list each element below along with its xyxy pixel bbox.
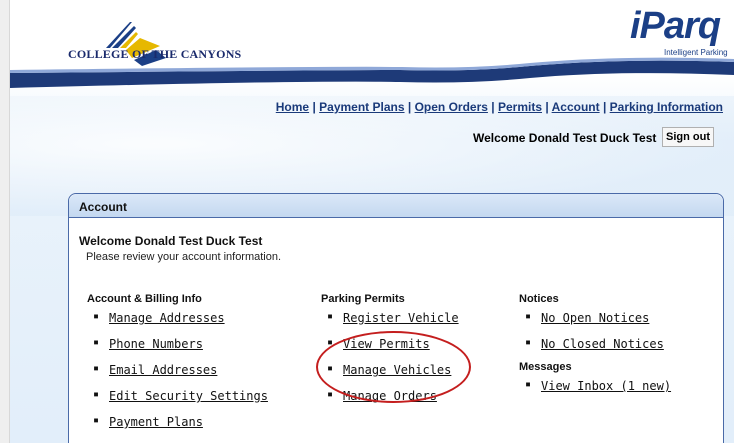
notices-heading: Notices [519,293,559,305]
nav-open-orders[interactable]: Open Orders [415,100,488,114]
list-item: Manage Addresses [87,311,268,337]
list-item: Phone Numbers [87,337,268,363]
email-addresses-link[interactable]: Email Addresses [109,363,217,377]
nav-separator: | [545,100,549,114]
page: COLLEGE OF THE CANYONS iParq Intelligent… [10,0,734,443]
red-annotation-circle [316,331,471,403]
list-item: Email Addresses [87,363,268,389]
panel-title: Account [69,194,723,218]
no-open-notices-link[interactable]: No Open Notices [541,311,649,325]
top-nav: Home | Payment Plans | Open Orders | Per… [276,100,723,114]
panel-subtitle: Please review your account information. [86,251,282,263]
list-item: Edit Security Settings [87,389,268,415]
no-closed-notices-link[interactable]: No Closed Notices [541,337,664,351]
browser-frame: COLLEGE OF THE CANYONS iParq Intelligent… [0,0,734,443]
payment-plans-link[interactable]: Payment Plans [109,415,203,429]
nav-separator: | [312,100,316,114]
nav-account[interactable]: Account [552,100,600,114]
welcome-message: Welcome Donald Test Duck Test [473,131,657,145]
billing-heading: Account & Billing Info [87,293,202,305]
college-name: COLLEGE OF THE CANYONS [68,47,242,61]
permits-heading: Parking Permits [321,293,405,305]
edit-security-settings-link[interactable]: Edit Security Settings [109,389,268,403]
nav-payment-plans[interactable]: Payment Plans [319,100,404,114]
manage-addresses-link[interactable]: Manage Addresses [109,311,225,325]
view-inbox-link[interactable]: View Inbox (1 new) [541,379,671,393]
phone-numbers-link[interactable]: Phone Numbers [109,337,203,351]
list-item: View Inbox (1 new) [519,379,671,405]
notices-column: Notices No Open Notices No Closed Notice… [519,293,671,405]
nav-parking-information[interactable]: Parking Information [610,100,723,114]
billing-column: Account & Billing Info Manage Addresses … [87,293,268,441]
panel-welcome: Welcome Donald Test Duck Test [79,234,263,248]
list-item: Payment Plans [87,415,268,441]
register-vehicle-link[interactable]: Register Vehicle [343,311,459,325]
sign-out-button[interactable]: Sign out [662,127,714,147]
list-item: No Closed Notices [519,337,671,363]
nav-separator: | [491,100,495,114]
nav-home[interactable]: Home [276,100,309,114]
iparq-logo: iParq [630,5,721,47]
iparq-tagline: Intelligent Parking [664,48,728,57]
nav-permits[interactable]: Permits [498,100,542,114]
list-item: No Open Notices [519,311,671,337]
nav-separator: | [602,100,607,114]
nav-separator: | [407,100,412,114]
left-gutter [0,0,10,443]
account-panel: Account Welcome Donald Test Duck Test Pl… [68,193,724,443]
